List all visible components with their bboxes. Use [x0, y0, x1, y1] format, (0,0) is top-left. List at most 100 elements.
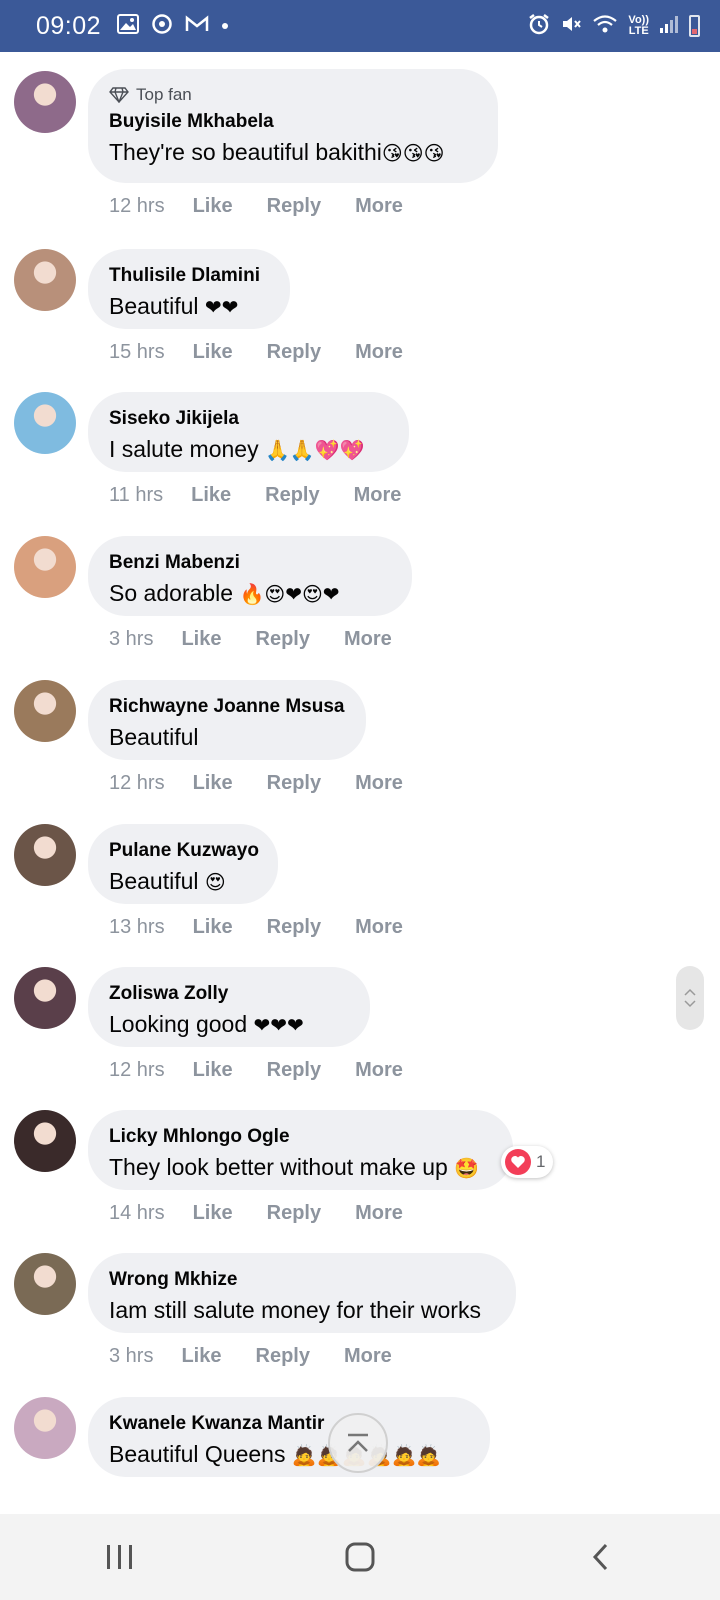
comment-emoji: ❤❤❤ [253, 1013, 304, 1037]
comment-text: Looking good ❤❤❤ [109, 1011, 348, 1038]
comment-actions: 13 hrs Like Reply More [109, 916, 437, 939]
comment-author[interactable]: Licky Mhlongo Ogle [109, 1126, 491, 1148]
like-button[interactable]: Like [181, 1345, 221, 1368]
comment-bubble[interactable]: Siseko Jikijela I salute money 🙏🙏💖💖 [88, 392, 409, 472]
comment-bubble[interactable]: Top fan Buyisile Mkhabela They're so beaut… [88, 69, 498, 183]
comment-bubble[interactable]: Richwayne Joanne Msusa Beautiful [88, 680, 366, 760]
comment-actions: 14 hrs Like Reply More [109, 1202, 437, 1225]
comment-actions: 15 hrs Like Reply More [109, 341, 437, 364]
comment-bubble[interactable]: Benzi Mabenzi So adorable 🔥😍❤😍❤ [88, 536, 412, 616]
comment-bubble[interactable]: Thulisile Dlamini Beautiful ❤❤ [88, 249, 290, 329]
reaction-summary[interactable]: 1 [501, 1146, 554, 1178]
comment-item: Richwayne Joanne Msusa Beautiful 12 hrs Lik… [0, 680, 720, 820]
lte-indicator: Vo)) LTE [628, 15, 649, 37]
status-right: Vo)) LTE [528, 13, 700, 40]
chevron-down-icon [684, 1000, 696, 1008]
recent-apps-button[interactable] [75, 1527, 165, 1587]
avatar[interactable] [14, 392, 76, 454]
reply-button[interactable]: Reply [267, 916, 321, 939]
more-button[interactable]: More [355, 195, 403, 218]
wifi-icon [592, 13, 618, 40]
more-button[interactable]: More [355, 916, 403, 939]
comment-text-body: I salute money [109, 436, 265, 462]
more-button[interactable]: More [355, 341, 403, 364]
like-button[interactable]: Like [193, 1059, 233, 1082]
avatar[interactable] [14, 1110, 76, 1172]
avatar[interactable] [14, 1397, 76, 1459]
status-time: 09:02 [36, 11, 102, 40]
more-button[interactable]: More [355, 1059, 403, 1082]
more-button[interactable]: More [354, 484, 402, 507]
sync-icon [151, 13, 173, 40]
more-button[interactable]: More [344, 628, 392, 651]
like-button[interactable]: Like [193, 772, 233, 795]
comment-timestamp: 14 hrs [109, 1202, 165, 1224]
back-icon [592, 1543, 608, 1571]
comment-author[interactable]: Buyisile Mkhabela [109, 111, 476, 133]
comment-author[interactable]: Thulisile Dlamini [109, 265, 268, 287]
comment-author[interactable]: Kwanele Kwanza Mantir [109, 1413, 468, 1435]
comment-bubble[interactable]: Wrong Mkhize Iam still salute money for t… [88, 1253, 516, 1333]
reply-button[interactable]: Reply [267, 1202, 321, 1225]
avatar[interactable] [14, 536, 76, 598]
comment-bubble[interactable]: Kwanele Kwanza Mantir Beautiful Queens 🙇🙇… [88, 1397, 490, 1477]
more-button[interactable]: More [355, 772, 403, 795]
comment-bubble[interactable]: Pulane Kuzwayo Beautiful 😍 [88, 824, 278, 904]
scroll-to-top-button[interactable] [328, 1413, 388, 1473]
comment-emoji: ❤❤ [204, 295, 239, 319]
comment-text: Beautiful 😍 [109, 868, 256, 895]
like-button[interactable]: Like [193, 1202, 233, 1225]
like-button[interactable]: Like [181, 628, 221, 651]
comment-text: I salute money 🙏🙏💖💖 [109, 436, 387, 463]
comment-emoji: 😘😘😘 [381, 141, 445, 165]
chevron-up-icon [684, 988, 696, 996]
comment-bubble[interactable]: Zoliswa Zolly Looking good ❤❤❤ [88, 967, 370, 1047]
back-button[interactable] [555, 1527, 645, 1587]
like-button[interactable]: Like [191, 484, 231, 507]
avatar[interactable] [14, 249, 76, 311]
reply-button[interactable]: Reply [267, 1059, 321, 1082]
like-button[interactable]: Like [193, 916, 233, 939]
comment-author[interactable]: Siseko Jikijela [109, 408, 387, 430]
comment-text: They're so beautiful bakithi😘😘😘 [109, 139, 476, 166]
signal-icon [659, 14, 679, 39]
more-button[interactable]: More [344, 1345, 392, 1368]
reply-button[interactable]: Reply [267, 772, 321, 795]
alarm-icon [528, 13, 550, 40]
lte-label-bottom: LTE [628, 25, 649, 37]
comment-text-body: Beautiful [109, 293, 205, 319]
comment-text-body: They're so beautiful bakithi [109, 139, 382, 165]
avatar[interactable] [14, 680, 76, 742]
comment-emoji: 🤩 [454, 1156, 480, 1180]
comment-bubble[interactable]: Licky Mhlongo Ogle They look better witho… [88, 1110, 513, 1190]
comment-author[interactable]: Wrong Mkhize [109, 1269, 494, 1291]
comment-timestamp: 12 hrs [109, 772, 165, 794]
comment-author[interactable]: Richwayne Joanne Msusa [109, 696, 344, 718]
fast-scroll-handle[interactable] [676, 966, 704, 1030]
comment-author[interactable]: Zoliswa Zolly [109, 983, 348, 1005]
home-button[interactable] [315, 1527, 405, 1587]
avatar[interactable] [14, 967, 76, 1029]
comment-emoji: 🔥😍❤😍❤ [239, 582, 340, 606]
reply-button[interactable]: Reply [267, 341, 321, 364]
reply-button[interactable]: Reply [267, 195, 321, 218]
mail-icon [185, 14, 209, 38]
reply-button[interactable]: Reply [265, 484, 319, 507]
recent-apps-icon [107, 1545, 132, 1569]
comment-timestamp: 12 hrs [109, 195, 165, 217]
avatar[interactable] [14, 824, 76, 886]
like-button[interactable]: Like [193, 341, 233, 364]
avatar[interactable] [14, 1253, 76, 1315]
comment-item: Licky Mhlongo Ogle They look better witho… [0, 1110, 720, 1250]
like-button[interactable]: Like [193, 195, 233, 218]
more-button[interactable]: More [355, 1202, 403, 1225]
reply-button[interactable]: Reply [256, 628, 310, 651]
comment-author[interactable]: Pulane Kuzwayo [109, 840, 259, 862]
reply-button[interactable]: Reply [256, 1345, 310, 1368]
comment-emoji: 😍 [204, 870, 226, 894]
avatar[interactable] [14, 71, 76, 133]
comment-timestamp: 15 hrs [109, 341, 165, 363]
comment-emoji: 🙏🙏💖💖 [264, 438, 365, 462]
comment-author[interactable]: Benzi Mabenzi [109, 552, 390, 574]
comment-text: Beautiful [109, 724, 344, 751]
